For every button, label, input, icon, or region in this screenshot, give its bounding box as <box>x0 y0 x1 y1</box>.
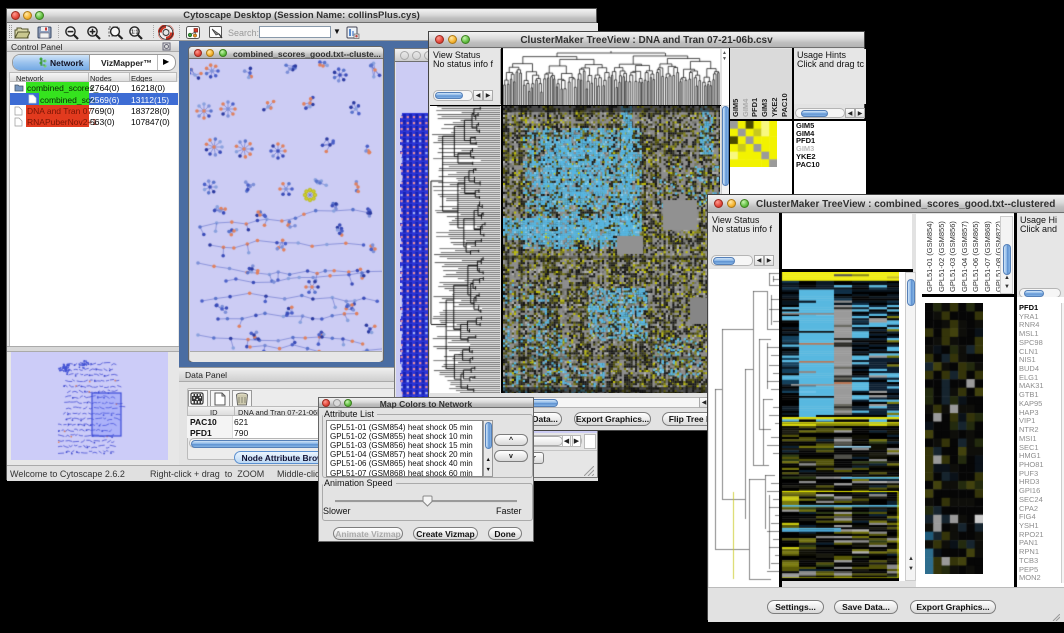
svg-text:1:1: 1:1 <box>131 30 138 36</box>
